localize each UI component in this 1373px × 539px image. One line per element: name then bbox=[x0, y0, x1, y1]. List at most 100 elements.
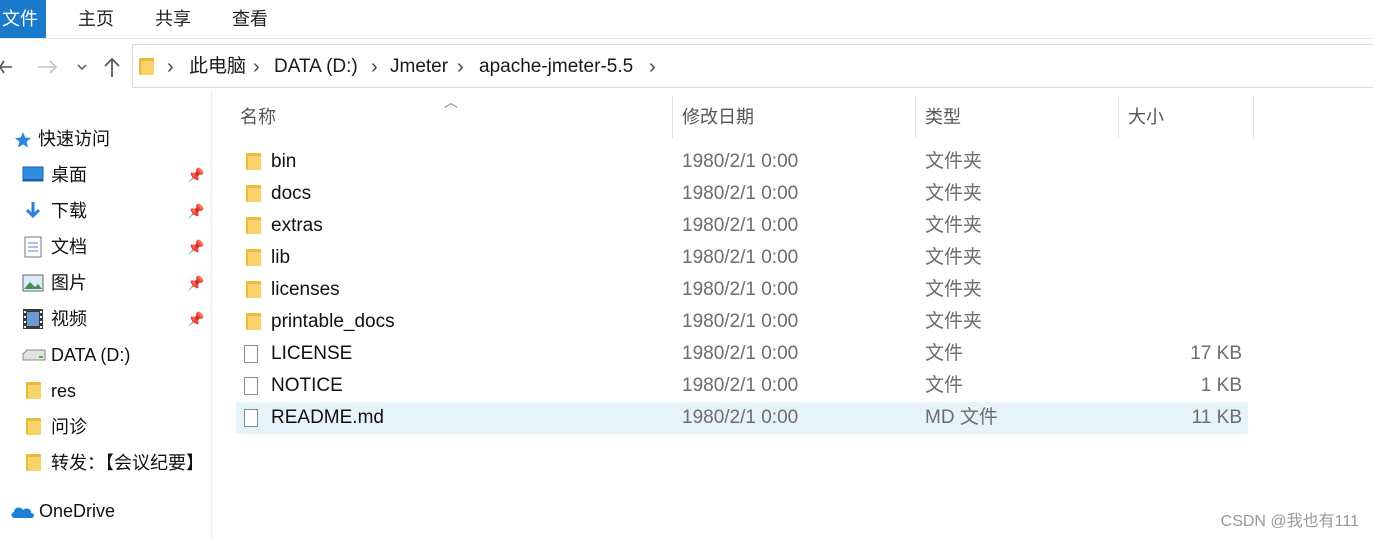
sidebar-item-label: 视频 bbox=[51, 309, 87, 329]
file-name: README.md bbox=[271, 407, 384, 428]
file-size: 11 KB bbox=[1191, 407, 1242, 428]
folder-icon bbox=[246, 153, 261, 170]
sidebar-item-label: 图片 bbox=[51, 273, 87, 293]
file-name: printable_docs bbox=[271, 311, 395, 332]
folder-icon bbox=[246, 249, 261, 266]
folder-icon bbox=[246, 185, 261, 202]
file-row[interactable]: printable_docs 1980/2/1 0:00 文件夹 bbox=[236, 306, 1248, 338]
sidebar-item-label: 快速访问 bbox=[38, 129, 110, 149]
sidebar-item-wenzhen[interactable]: 问诊 bbox=[0, 410, 210, 444]
file-type: 文件夹 bbox=[925, 151, 983, 172]
sidebar-item-downloads[interactable]: 下载 📌 bbox=[0, 194, 210, 228]
file-row[interactable]: lib 1980/2/1 0:00 文件夹 bbox=[236, 242, 1248, 274]
tab-home[interactable]: 主页 bbox=[78, 0, 114, 38]
folder-icon bbox=[246, 281, 261, 298]
file-date: 1980/2/1 0:00 bbox=[682, 183, 799, 204]
folder-icon bbox=[26, 418, 41, 435]
watermark: CSDN @我也有111 bbox=[1220, 513, 1359, 530]
sidebar-item-desktop[interactable]: 桌面 📌 bbox=[0, 158, 210, 192]
file-date: 1980/2/1 0:00 bbox=[682, 215, 799, 236]
tab-share[interactable]: 共享 bbox=[155, 0, 191, 38]
back-arrow-icon[interactable] bbox=[0, 44, 14, 90]
file-date: 1980/2/1 0:00 bbox=[682, 343, 799, 364]
file-row[interactable]: LICENSE 1980/2/1 0:00 文件 17 KB bbox=[236, 338, 1248, 370]
sidebar-item-documents[interactable]: 文档 📌 bbox=[0, 230, 210, 264]
file-type: 文件 bbox=[925, 343, 964, 364]
sidebar-item-pictures[interactable]: 图片 📌 bbox=[0, 266, 210, 300]
file-row[interactable]: NOTICE 1980/2/1 0:00 文件 1 KB bbox=[236, 370, 1248, 402]
file-type: 文件夹 bbox=[925, 311, 983, 332]
pin-icon[interactable]: 📌 bbox=[187, 311, 204, 328]
file-name: docs bbox=[271, 183, 312, 204]
sidebar-item-label: res bbox=[51, 381, 77, 401]
sidebar-item-label: 文档 bbox=[51, 237, 87, 257]
sidebar-item-videos[interactable]: 视频 📌 bbox=[0, 302, 210, 336]
sidebar-item-res[interactable]: res bbox=[0, 374, 210, 408]
file-row[interactable]: extras 1980/2/1 0:00 文件夹 bbox=[236, 210, 1248, 242]
tab-view[interactable]: 查看 bbox=[232, 0, 268, 38]
chevron-down-icon[interactable] bbox=[76, 44, 88, 90]
sidebar-item-label: 下载 bbox=[51, 201, 87, 221]
file-name: bin bbox=[271, 151, 297, 172]
file-date: 1980/2/1 0:00 bbox=[682, 151, 799, 172]
tab-file[interactable]: 文件 bbox=[0, 0, 46, 38]
file-name: extras bbox=[271, 215, 323, 236]
column-divider[interactable] bbox=[915, 96, 916, 138]
file-row[interactable]: bin 1980/2/1 0:00 文件夹 bbox=[236, 146, 1248, 178]
breadcrumb-jmeter[interactable]: Jmeter bbox=[390, 45, 448, 89]
document-icon bbox=[24, 236, 42, 258]
sidebar-item-quick-access[interactable]: 快速访问 bbox=[0, 122, 210, 156]
file-date: 1980/2/1 0:00 bbox=[682, 407, 799, 428]
file-name: LICENSE bbox=[271, 343, 353, 364]
drive-icon bbox=[22, 349, 46, 361]
file-row[interactable]: licenses 1980/2/1 0:00 文件夹 bbox=[236, 274, 1248, 306]
file-date: 1980/2/1 0:00 bbox=[682, 375, 799, 396]
file-name: lib bbox=[271, 247, 291, 268]
sidebar-item-data-drive[interactable]: DATA (D:) bbox=[0, 338, 210, 372]
file-type: MD 文件 bbox=[925, 407, 998, 428]
navigation-bar: › 此电脑 › DATA (D:) › Jmeter › apache-jmet… bbox=[0, 44, 1373, 90]
star-icon bbox=[15, 132, 31, 148]
column-divider[interactable] bbox=[1118, 96, 1119, 138]
folder-icon bbox=[26, 454, 41, 471]
column-header-size[interactable]: 大小 bbox=[1128, 96, 1164, 138]
pin-icon[interactable]: 📌 bbox=[187, 275, 204, 292]
chevron-right-icon[interactable]: › bbox=[167, 45, 174, 89]
breadcrumb-this-pc[interactable]: 此电脑 bbox=[189, 45, 246, 89]
column-divider[interactable] bbox=[672, 96, 673, 138]
pin-icon[interactable]: 📌 bbox=[187, 167, 204, 184]
file-type: 文件夹 bbox=[925, 247, 983, 268]
folder-icon bbox=[139, 58, 154, 75]
pin-icon[interactable]: 📌 bbox=[187, 203, 204, 220]
desktop-icon bbox=[22, 166, 44, 182]
column-header-date[interactable]: 修改日期 bbox=[682, 96, 754, 138]
up-arrow-icon[interactable] bbox=[102, 44, 122, 90]
sidebar-item-label: 问诊 bbox=[51, 417, 87, 437]
sidebar-item-label: 转发：【会议纪要】 bbox=[51, 453, 204, 473]
chevron-right-icon[interactable]: › bbox=[253, 45, 260, 89]
chevron-right-icon[interactable]: › bbox=[649, 45, 656, 89]
chevron-right-icon[interactable]: › bbox=[457, 45, 464, 89]
column-header-name[interactable]: 名称 bbox=[240, 96, 276, 138]
sidebar-item-meeting-notes[interactable]: 转发：【会议纪要】 bbox=[0, 446, 210, 480]
file-row-selected[interactable]: README.md 1980/2/1 0:00 MD 文件 11 KB bbox=[236, 402, 1248, 434]
file-date: 1980/2/1 0:00 bbox=[682, 247, 799, 268]
file-size: 1 KB bbox=[1200, 375, 1242, 396]
address-bar[interactable]: › 此电脑 › DATA (D:) › Jmeter › apache-jmet… bbox=[132, 44, 1373, 88]
breadcrumb-data-drive[interactable]: DATA (D:) bbox=[274, 45, 358, 89]
file-row[interactable]: docs 1980/2/1 0:00 文件夹 bbox=[236, 178, 1248, 210]
file-name: NOTICE bbox=[271, 375, 343, 396]
forward-arrow-icon[interactable] bbox=[36, 44, 58, 90]
sidebar-item-label: OneDrive bbox=[39, 501, 116, 521]
chevron-right-icon[interactable]: › bbox=[371, 45, 378, 89]
sidebar-item-label: 桌面 bbox=[51, 165, 87, 185]
column-divider[interactable] bbox=[1253, 96, 1254, 138]
file-type: 文件夹 bbox=[925, 183, 983, 204]
sidebar-item-label: DATA (D:) bbox=[51, 345, 131, 365]
file-name: licenses bbox=[271, 279, 340, 300]
breadcrumb-apache-jmeter[interactable]: apache-jmeter-5.5 bbox=[479, 45, 633, 89]
pin-icon[interactable]: 📌 bbox=[187, 239, 204, 256]
file-type: 文件夹 bbox=[925, 215, 983, 236]
column-header-type[interactable]: 类型 bbox=[925, 96, 961, 138]
sidebar-item-onedrive[interactable]: OneDrive bbox=[0, 494, 210, 528]
